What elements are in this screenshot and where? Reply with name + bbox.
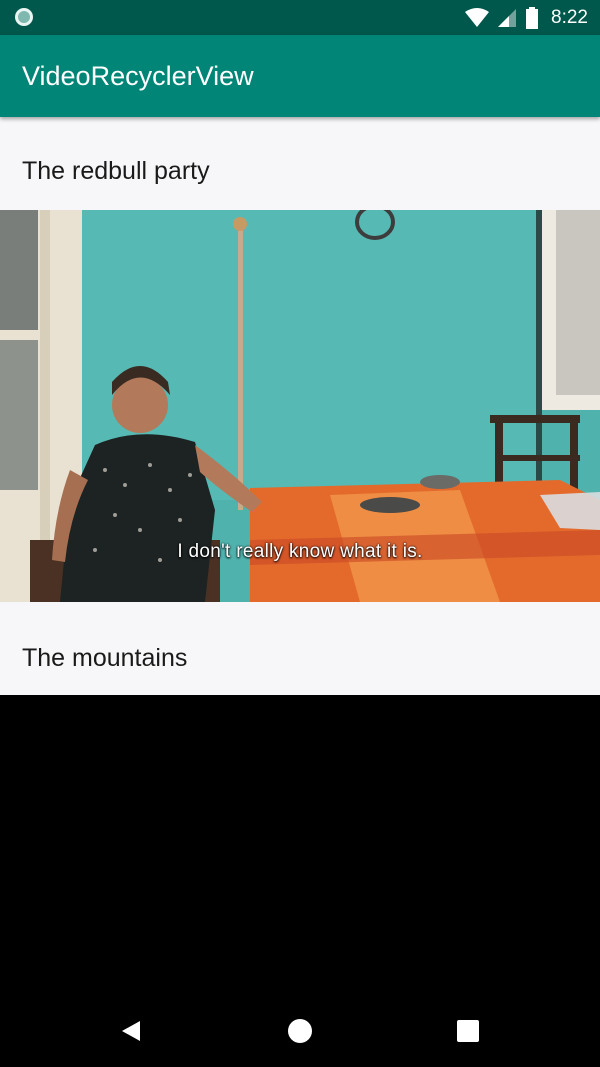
battery-icon [526, 7, 539, 29]
app-title: VideoRecyclerView [22, 61, 254, 91]
app-bar: VideoRecyclerView [0, 35, 600, 117]
wifi-icon [465, 8, 490, 27]
nav-bar [0, 995, 600, 1067]
video-subtitle: I don't really know what it is. [177, 541, 423, 562]
video-player-empty[interactable] [0, 695, 600, 995]
list-item-title[interactable]: The mountains [22, 644, 187, 673]
back-icon[interactable] [115, 1015, 147, 1047]
status-time: 8:22 [551, 7, 588, 28]
list-item-title[interactable]: The redbull party [22, 157, 210, 186]
status-icons: 8:22 [465, 5, 588, 31]
home-icon[interactable] [284, 1015, 316, 1047]
status-bar: 8:22 [0, 0, 600, 35]
signal-icon [498, 9, 517, 27]
notification-ring-icon [15, 8, 33, 26]
recents-icon[interactable] [452, 1015, 484, 1047]
